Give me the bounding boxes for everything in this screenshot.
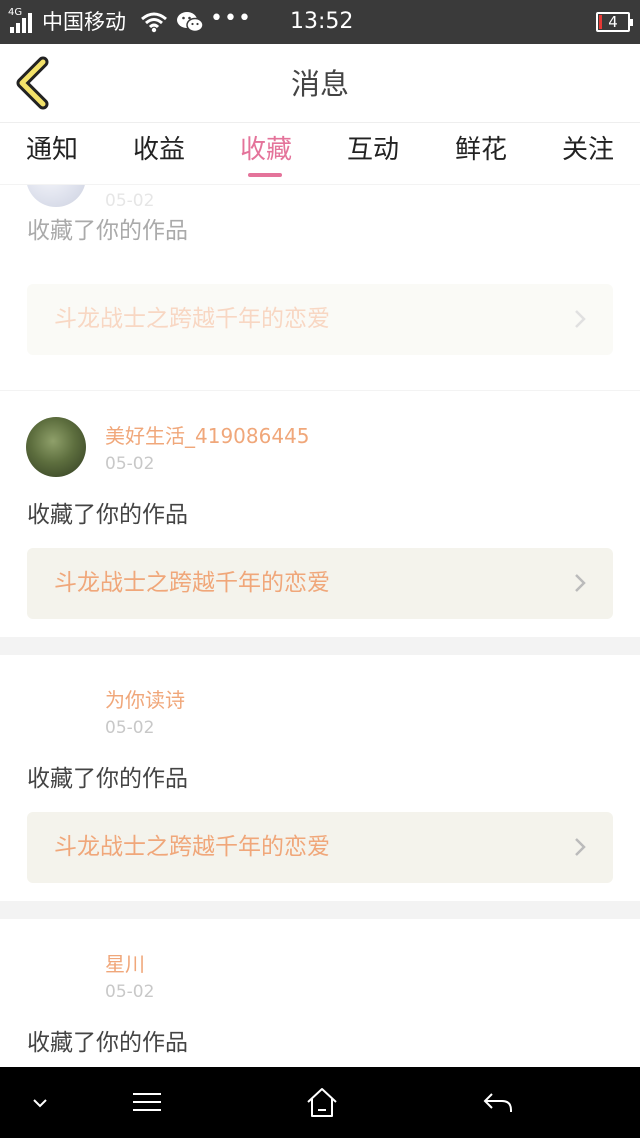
- tab-favorites[interactable]: 收藏: [212, 133, 320, 167]
- carrier-name: 中国移动: [42, 10, 126, 34]
- username[interactable]: 美好生活_419086445: [105, 423, 310, 449]
- system-nav-bar: [0, 1067, 640, 1138]
- date: 05-02: [105, 982, 155, 1002]
- action-text: 收藏了你的作品: [27, 766, 188, 792]
- status-bar: 4G 中国移动 ••• 13:52 4: [0, 0, 640, 44]
- back-arrow-icon[interactable]: [478, 1085, 518, 1121]
- date: 05-02: [105, 454, 155, 474]
- signal-icon: 4G: [8, 7, 38, 34]
- more-notifications-icon: •••: [210, 6, 252, 31]
- tab-following[interactable]: 关注: [534, 133, 640, 167]
- work-title: 斗龙战士之跨越千年的恋爱: [54, 306, 330, 332]
- tab-flowers[interactable]: 鲜花: [427, 133, 535, 167]
- action-text: 收藏了你的作品: [27, 1030, 188, 1056]
- username[interactable]: 为你读诗: [105, 687, 185, 713]
- list-item: 05-02 收藏了你的作品 斗龙战士之跨越千年的恋爱: [0, 185, 640, 390]
- tab-interactions[interactable]: 互动: [319, 133, 427, 167]
- action-text: 收藏了你的作品: [27, 502, 188, 528]
- avatar[interactable]: [26, 417, 86, 477]
- work-link[interactable]: 斗龙战士之跨越千年的恋爱: [27, 548, 613, 619]
- work-title: 斗龙战士之跨越千年的恋爱: [54, 570, 330, 596]
- work-link[interactable]: 斗龙战士之跨越千年的恋爱: [27, 284, 613, 355]
- battery-percent: 4: [608, 13, 618, 31]
- menu-icon[interactable]: [127, 1085, 167, 1121]
- message-list[interactable]: 05-02 收藏了你的作品 斗龙战士之跨越千年的恋爱 美好生活_41908644…: [0, 185, 640, 1067]
- clock: 13:52: [290, 9, 354, 34]
- tab-bar: 通知 收益 收藏 互动 鲜花 关注: [0, 122, 640, 184]
- username[interactable]: 星川: [105, 951, 145, 977]
- wechat-icon: [176, 10, 204, 38]
- avatar[interactable]: [26, 185, 86, 207]
- chevron-right-icon: [575, 310, 586, 328]
- header: 消息: [0, 44, 640, 122]
- active-tab-indicator: [248, 173, 282, 177]
- work-link[interactable]: 斗龙战士之跨越千年的恋爱: [27, 812, 613, 883]
- list-item: 星川 05-02 收藏了你的作品: [0, 919, 640, 1067]
- chevron-right-icon: [575, 574, 586, 592]
- list-item: 为你读诗 05-02 收藏了你的作品 斗龙战士之跨越千年的恋爱: [0, 655, 640, 901]
- home-icon[interactable]: [302, 1085, 342, 1121]
- date: 05-02: [105, 191, 155, 211]
- chevron-down-icon[interactable]: [20, 1085, 60, 1121]
- work-title: 斗龙战士之跨越千年的恋爱: [54, 834, 330, 860]
- chevron-right-icon: [575, 838, 586, 856]
- tab-notifications[interactable]: 通知: [0, 133, 106, 167]
- page-title: 消息: [290, 67, 349, 101]
- wifi-icon: [141, 11, 167, 37]
- action-text: 收藏了你的作品: [27, 218, 188, 244]
- tab-earnings[interactable]: 收益: [105, 133, 213, 167]
- battery-tip: [630, 19, 633, 26]
- date: 05-02: [105, 718, 155, 738]
- battery-icon: 4: [596, 12, 633, 32]
- list-item: 美好生活_419086445 05-02 收藏了你的作品 斗龙战士之跨越千年的恋…: [0, 391, 640, 637]
